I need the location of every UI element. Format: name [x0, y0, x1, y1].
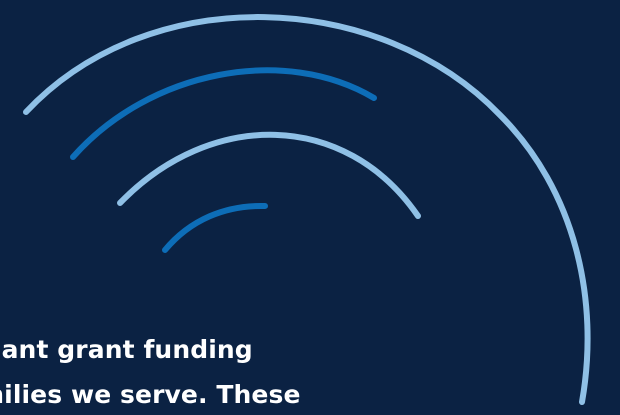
grant-funding-text-block: icant grant funding milies we serve. The…	[0, 327, 438, 415]
hero-graphic-panel: icant grant funding milies we serve. The…	[0, 0, 620, 415]
middle-arc	[117, 131, 421, 219]
inner-arc	[162, 202, 268, 253]
grant-funding-text-line-2: milies we serve. These	[0, 380, 301, 409]
grant-funding-text-line-1: icant grant funding	[0, 335, 253, 364]
